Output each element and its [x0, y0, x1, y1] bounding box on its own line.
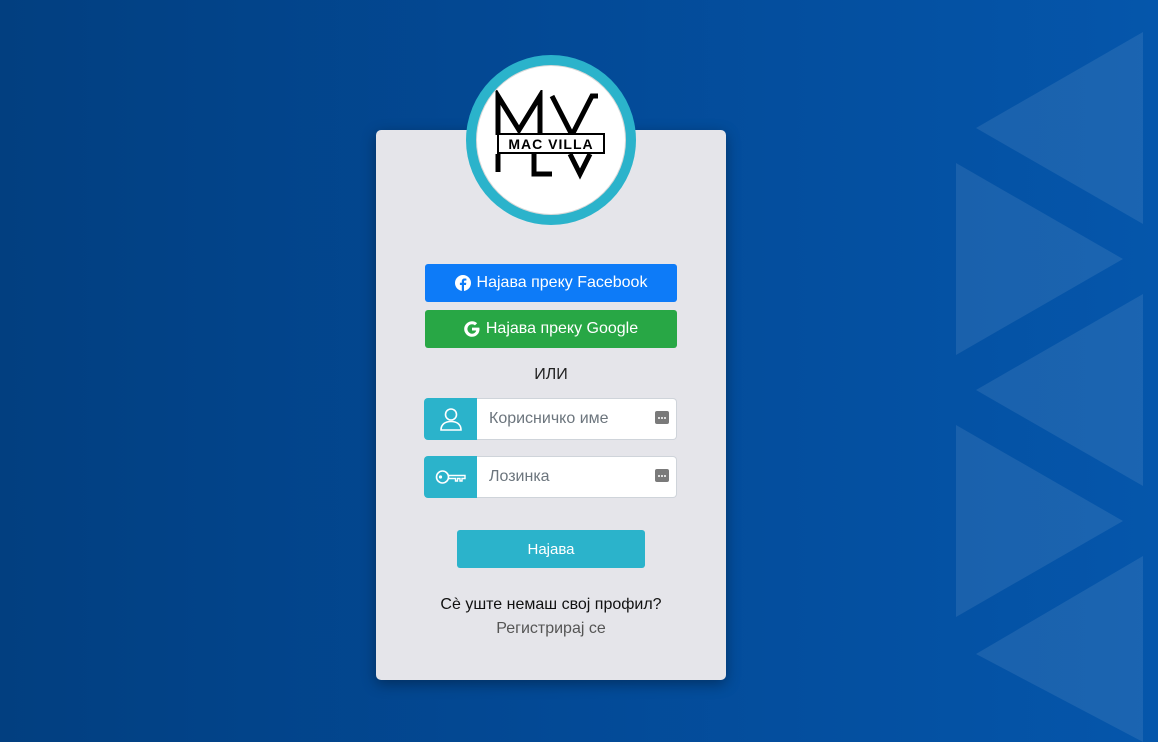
- logo-badge: MAC VILLA: [476, 65, 626, 215]
- password-manager-icon[interactable]: [655, 469, 669, 482]
- password-manager-icon[interactable]: [655, 411, 669, 424]
- key-icon: [435, 470, 466, 484]
- password-group: [424, 456, 677, 498]
- google-login-button[interactable]: Најава преку Google: [425, 310, 677, 348]
- password-field-wrapper: [477, 456, 677, 498]
- svg-text:MAC VILLA: MAC VILLA: [508, 136, 593, 152]
- register-link[interactable]: Регистрирај се: [376, 620, 726, 638]
- mac-villa-logo-icon: MAC VILLA: [495, 90, 605, 180]
- no-profile-text: Сè уште немаш свој профил?: [440, 596, 662, 613]
- password-addon: [424, 456, 477, 498]
- password-input[interactable]: [477, 457, 676, 497]
- username-field-wrapper: [477, 398, 677, 440]
- or-divider: ИЛИ: [534, 366, 568, 383]
- facebook-login-button[interactable]: Најава преку Facebook: [425, 264, 677, 302]
- facebook-icon: [454, 275, 471, 291]
- google-icon: [464, 321, 480, 337]
- brand-logo: MAC VILLA: [466, 55, 636, 225]
- username-addon: [424, 398, 477, 440]
- facebook-login-label: Најава преку Facebook: [476, 274, 648, 291]
- username-input[interactable]: [477, 399, 676, 439]
- login-submit-button[interactable]: Најава: [457, 530, 645, 568]
- username-group: [424, 398, 677, 440]
- user-icon: [439, 408, 462, 431]
- google-login-label: Најава преку Google: [485, 320, 639, 337]
